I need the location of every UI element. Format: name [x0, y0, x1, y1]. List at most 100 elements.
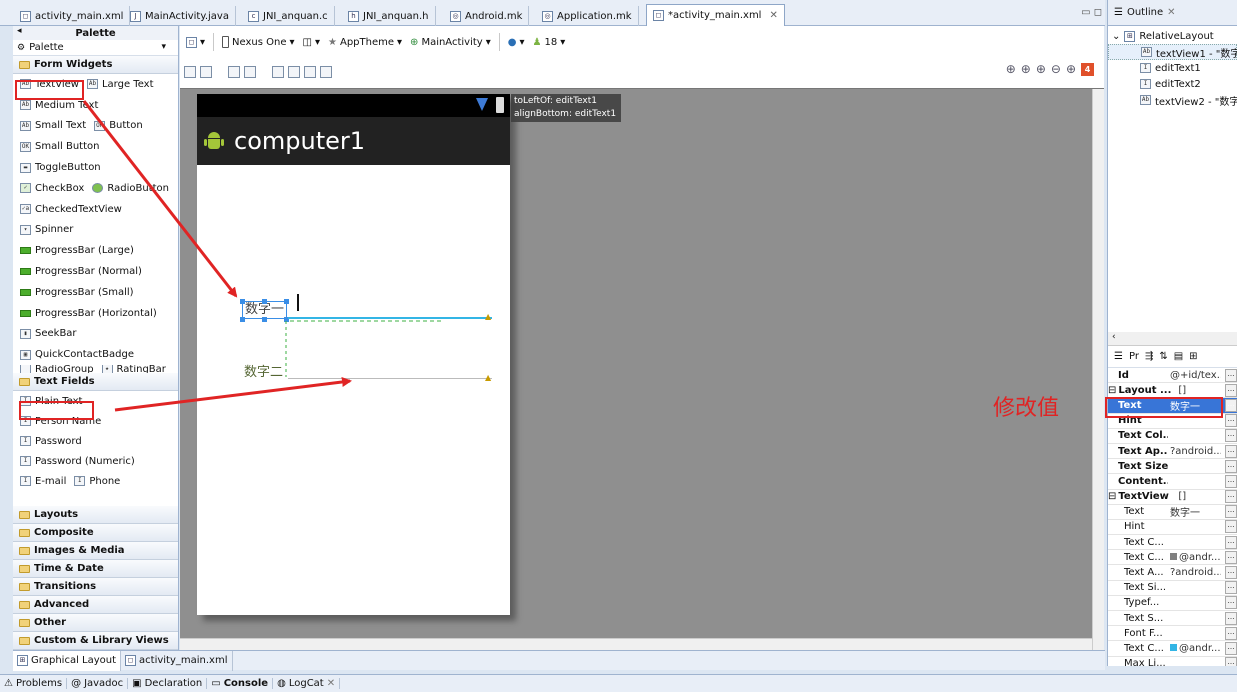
field-phone[interactable]: I Phone — [74, 476, 120, 487]
palette-dropdown[interactable]: ⚙ Palette ▾ — [13, 40, 178, 56]
ellipsis-button[interactable]: … — [1225, 611, 1237, 625]
widget-checkbox[interactable]: ✓ CheckBox — [20, 183, 84, 194]
api-chooser[interactable]: ♟ 18 ▾ — [533, 37, 566, 48]
property-row[interactable]: Text Ap... ?android...… — [1108, 444, 1237, 460]
activity-chooser[interactable]: ⊕ MainActivity ▾ — [410, 37, 491, 48]
zoom-fit-icon[interactable]: ⊕ — [1021, 62, 1031, 76]
error-count-badge[interactable]: 4 — [1081, 62, 1094, 76]
category-time-date[interactable]: Time & Date — [13, 560, 178, 578]
vertical-scrollbar[interactable] — [1092, 89, 1104, 650]
property-value[interactable]: ?android... — [1168, 567, 1221, 578]
ellipsis-button[interactable]: … — [1225, 444, 1237, 458]
close-icon[interactable]: ✕ — [327, 678, 335, 689]
device-chooser[interactable]: Nexus One ▾ — [222, 36, 295, 48]
category-custom-library-views[interactable]: Custom & Library Views — [13, 632, 178, 650]
property-value[interactable]: @+id/tex... — [1168, 370, 1221, 381]
edittext1[interactable] — [288, 317, 492, 319]
property-value[interactable]: @andr... — [1168, 643, 1221, 654]
ellipsis-button[interactable]: … — [1225, 398, 1237, 412]
ellipsis-button[interactable]: … — [1225, 535, 1237, 549]
tab-xml-source[interactable]: ◻ activity_main.xml — [121, 650, 233, 671]
widget-progressbar-large[interactable]: ProgressBar (Large) — [20, 240, 178, 261]
category-composite[interactable]: Composite — [13, 524, 178, 542]
tree-node-textview2[interactable]: Ab textView2 - "数字 — [1108, 92, 1237, 108]
tree-node-edittext1[interactable]: IeditText1 — [1108, 60, 1237, 76]
ellipsis-button[interactable]: … — [1225, 626, 1237, 640]
property-value[interactable]: [] — [1176, 491, 1229, 502]
property-row[interactable]: Text 数字一… — [1108, 505, 1237, 520]
locale-chooser[interactable]: ● ▾ — [508, 37, 525, 48]
collapse-arrow-icon[interactable]: ◂ — [17, 26, 22, 36]
tab-mainactivity-java[interactable]: J MainActivity.java — [124, 6, 236, 26]
ellipsis-button[interactable]: … — [1225, 657, 1237, 666]
category-images-media[interactable]: Images & Media — [13, 542, 178, 560]
property-value[interactable]: @andr... — [1168, 552, 1221, 563]
property-row[interactable]: Font F...… — [1108, 626, 1237, 642]
widget-small-button[interactable]: OK Small Button — [20, 136, 178, 157]
tab-javadoc[interactable]: @ Javadoc — [71, 678, 129, 689]
minimize-maximize-icon[interactable]: ▭ ◻ — [1081, 7, 1102, 18]
widget-seekbar[interactable]: ▮ SeekBar — [20, 324, 178, 345]
ellipsis-button[interactable]: … — [1225, 550, 1237, 564]
expand-all-icon[interactable]: ⊞ — [1189, 351, 1197, 362]
widget-spinner[interactable]: ▾ Spinner — [20, 220, 178, 241]
widget-button[interactable]: OK Button — [94, 120, 143, 131]
tab-graphical-layout[interactable]: ⊞ Graphical Layout — [13, 650, 122, 671]
margins-icon[interactable] — [228, 66, 240, 78]
property-row[interactable]: Text Si...… — [1108, 581, 1237, 596]
design-canvas[interactable]: computer1 toLeftOf: editText1 alignBotto… — [180, 88, 1104, 650]
ellipsis-button[interactable]: … — [1225, 414, 1237, 428]
property-row[interactable]: Text A... ?android...… — [1108, 565, 1237, 581]
category-advanced[interactable]: Advanced — [13, 596, 178, 614]
tree-node-textview1[interactable]: Ab textView1 - "数字 — [1108, 44, 1237, 60]
category-other[interactable]: Other — [13, 614, 178, 632]
tab-logcat[interactable]: ◍ LogCat ✕ — [277, 678, 341, 689]
align-bottom-icon[interactable] — [304, 66, 316, 78]
ellipsis-button[interactable]: … — [1225, 520, 1237, 534]
category-form-widgets[interactable]: Form Widgets — [13, 56, 178, 74]
ellipsis-button[interactable]: … — [1225, 459, 1237, 473]
property-row[interactable]: Text C... @andr...… — [1108, 641, 1237, 657]
widget-small-text[interactable]: Ab Small Text — [20, 120, 86, 131]
field-email[interactable]: I E-mail — [20, 476, 66, 487]
ellipsis-button[interactable]: … — [1225, 429, 1237, 443]
tab-console[interactable]: ▭ Console — [211, 678, 274, 689]
ellipsis-button[interactable]: … — [1225, 596, 1237, 610]
widget-radiobutton[interactable]: RadioButton — [92, 183, 169, 194]
property-row[interactable]: Text S...… — [1108, 611, 1237, 627]
ellipsis-button[interactable]: … — [1225, 641, 1237, 655]
close-icon[interactable]: ✕ — [769, 10, 777, 21]
edittext2[interactable] — [288, 378, 492, 379]
expand-icon[interactable]: ⊟ — [1108, 491, 1116, 502]
property-row[interactable]: Text Col...… — [1108, 429, 1237, 444]
tree-node-relativelayout[interactable]: ⌄ ⊞ RelativeLayout — [1108, 28, 1237, 44]
advanced-icon[interactable]: ▤ — [1174, 351, 1183, 362]
toggle-fill-height-icon[interactable] — [200, 66, 212, 78]
property-value[interactable]: ?android... — [1168, 446, 1221, 457]
ellipsis-button[interactable]: … — [1225, 383, 1237, 397]
property-row[interactable]: Text C...… — [1108, 535, 1237, 551]
tab-application-mk[interactable]: ◎ Application.mk — [536, 6, 639, 26]
widget-progressbar-normal[interactable]: ProgressBar (Normal) — [20, 261, 178, 282]
zoom-in-icon[interactable]: ⊕ — [1066, 62, 1076, 76]
property-row[interactable]: Text Size… — [1108, 459, 1237, 475]
tab-android-mk[interactable]: ◎ Android.mk — [444, 6, 530, 26]
field-password-numeric[interactable]: I Password (Numeric) — [20, 451, 178, 471]
property-row[interactable]: Max Li...… — [1108, 657, 1237, 666]
tab-jni-anquan-c[interactable]: c JNI_anquan.c — [242, 6, 335, 26]
ellipsis-button[interactable]: … — [1225, 581, 1237, 595]
widget-quickcontactbadge[interactable]: ▣ QuickContactBadge — [20, 344, 178, 365]
orientation-chooser[interactable]: ◫ ▾ — [303, 37, 320, 48]
tab-problems[interactable]: ⚠ Problems — [4, 678, 68, 689]
property-row[interactable]: Text C... @andr...… — [1108, 550, 1237, 566]
ellipsis-button[interactable]: … — [1225, 505, 1237, 519]
toggle-fill-width-icon[interactable] — [184, 66, 196, 78]
tab-outline[interactable]: ☰ Outline ✕ — [1108, 0, 1237, 26]
tab-declaration[interactable]: ▣ Declaration — [132, 678, 208, 689]
center-icon[interactable] — [288, 66, 300, 78]
horizontal-scrollbar[interactable] — [180, 638, 1092, 650]
property-row[interactable]: Hint… — [1108, 520, 1237, 536]
widget-progressbar-small[interactable]: ProgressBar (Small) — [20, 282, 178, 303]
ellipsis-button[interactable]: … — [1225, 368, 1237, 382]
widget-large-text[interactable]: Ab Large Text — [86, 79, 154, 90]
